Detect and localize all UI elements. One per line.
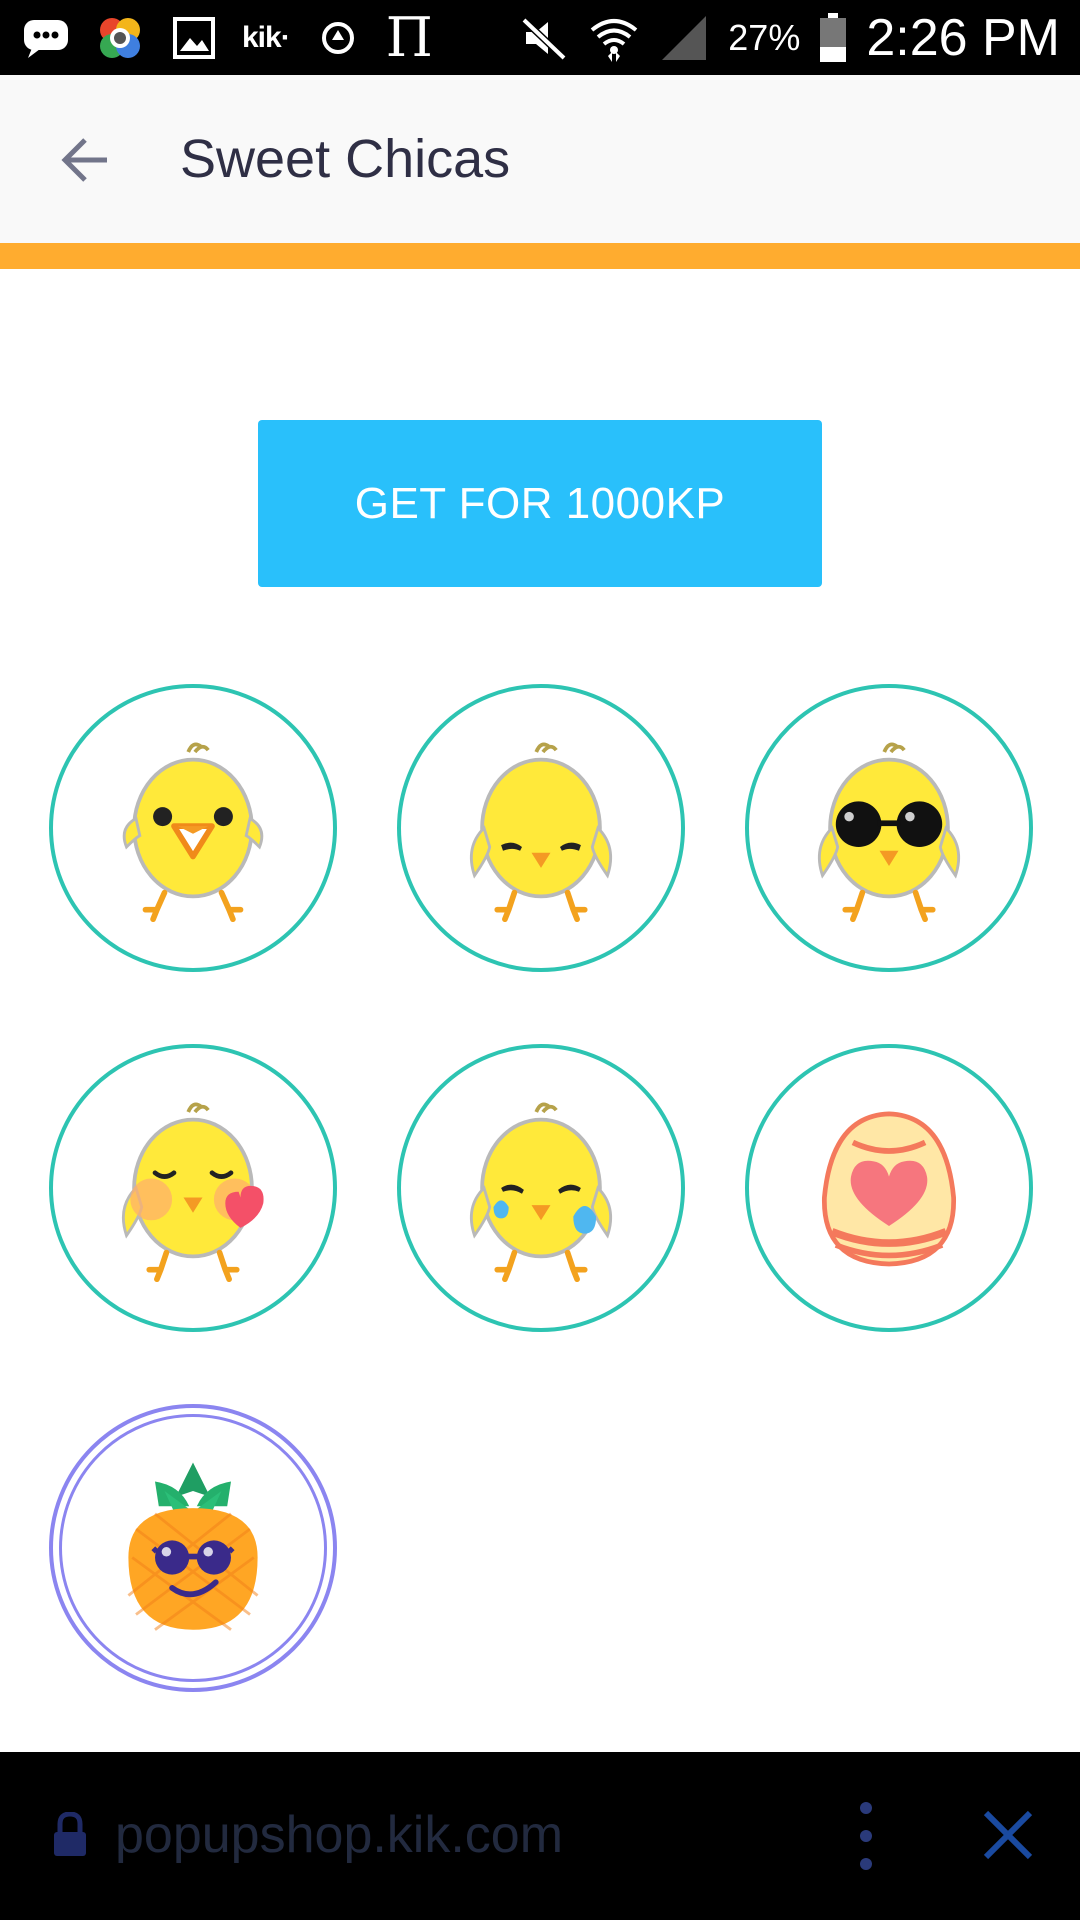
- kik-icon: kik·: [242, 20, 291, 54]
- app-header: Sweet Chicas: [0, 75, 1080, 243]
- pi-icon: Π: [385, 5, 433, 69]
- sms-icon: [20, 12, 72, 64]
- sticker-sleepy-chick[interactable]: [397, 684, 685, 972]
- arrow-left-icon: [61, 138, 107, 182]
- egg-heart-icon: [822, 1111, 956, 1267]
- browser-url-bar: popupshop.kik.com: [0, 1752, 1080, 1920]
- pineapple-sunglasses-icon: [127, 1462, 259, 1631]
- sync-icon: [312, 12, 364, 64]
- close-icon[interactable]: [980, 1807, 1036, 1863]
- gallery-icon: [168, 12, 220, 64]
- sticker-love-chick[interactable]: [49, 1044, 337, 1332]
- chick-sunglasses-icon: [817, 742, 961, 923]
- battery-percent: 27%: [728, 16, 801, 58]
- chick-crying-icon: [469, 1102, 613, 1283]
- clock: 2:26 PM: [866, 8, 1060, 67]
- header-accent-bar: [0, 243, 1080, 269]
- sticker-cool-chick[interactable]: [745, 684, 1033, 972]
- buy-sticker-pack-button[interactable]: GET FOR 1000KP: [258, 420, 822, 587]
- wifi-icon: [588, 12, 640, 64]
- overflow-menu-button[interactable]: [848, 1802, 884, 1870]
- status-bar: kik· Π 27% 2:26 PM: [0, 0, 1080, 75]
- pinwheel-app-icon: [94, 12, 146, 64]
- battery-icon: [818, 12, 848, 64]
- menu-dot-icon: [860, 1802, 872, 1814]
- sticker-cool-pineapple[interactable]: [49, 1404, 337, 1692]
- back-button[interactable]: [50, 125, 120, 195]
- mute-icon: [518, 12, 570, 64]
- sticker-heart-egg[interactable]: [745, 1044, 1033, 1332]
- chick-happy-icon: [122, 742, 264, 923]
- chick-heart-icon: [121, 1102, 264, 1283]
- url-text[interactable]: popupshop.kik.com: [115, 1802, 563, 1868]
- signal-icon: [658, 12, 710, 64]
- lock-icon: [54, 1812, 86, 1856]
- menu-dot-icon: [860, 1858, 872, 1870]
- page-title: Sweet Chicas: [180, 129, 511, 189]
- menu-dot-icon: [860, 1830, 872, 1842]
- sticker-crying-chick[interactable]: [397, 1044, 685, 1332]
- sticker-happy-chick[interactable]: [49, 684, 337, 972]
- chick-sleepy-icon: [469, 742, 613, 923]
